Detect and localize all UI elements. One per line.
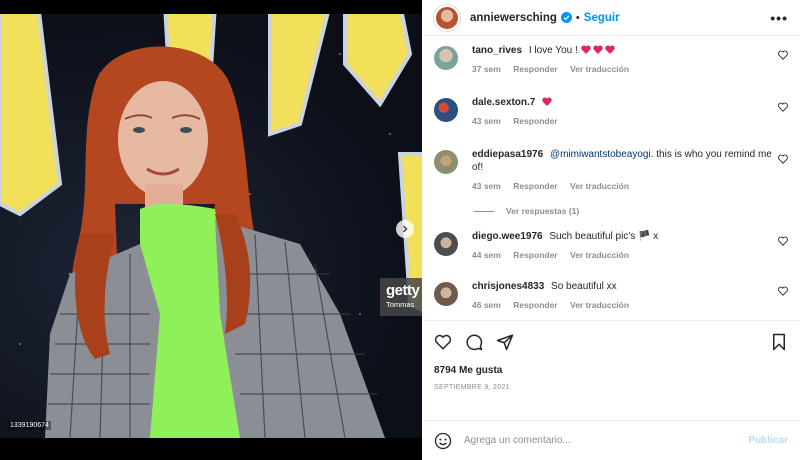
translate-button[interactable]: Ver traducción: [570, 64, 629, 74]
replies-divider: [474, 210, 494, 212]
post-actions: 8794 Me gusta SEPTIEMBRE 9, 2021: [422, 320, 800, 420]
post-side-panel: anniewersching • Seguir ••• tano_rives I…: [422, 0, 800, 460]
translate-button[interactable]: Ver traducción: [570, 300, 629, 310]
comment-age: 43 sem: [472, 116, 501, 126]
comment-text: I love You !: [528, 45, 578, 56]
translate-button[interactable]: Ver traducción: [570, 181, 629, 191]
action-icons-row: [434, 331, 788, 353]
comment-username[interactable]: eddiepasa1976: [472, 149, 543, 160]
comment-item: eddiepasa1976 @mimiwantstobeayogi. this …: [434, 148, 788, 198]
red-heart-emoji-icon: [604, 45, 615, 54]
getty-watermark: getty Tommas: [380, 278, 422, 316]
post-photo[interactable]: [0, 14, 422, 438]
heart-icon[interactable]: [434, 333, 452, 351]
comment-item: diego.wee1976 Such beautiful pic's 🏴 x 4…: [434, 230, 788, 280]
watermark-brand: getty: [386, 282, 420, 299]
like-comment-heart-icon[interactable]: [778, 154, 788, 164]
comment-input[interactable]: [464, 435, 749, 446]
comments-list: tano_rives I love You ! 37 sem Responder…: [422, 36, 800, 320]
comment-mention[interactable]: @mimiwantstobeayogi: [550, 149, 651, 160]
image-number: 1339190674: [8, 421, 51, 430]
comment-age: 43 sem: [472, 181, 501, 191]
portrait-image: [0, 14, 422, 438]
commenter-avatar[interactable]: [434, 46, 458, 70]
like-comment-heart-icon[interactable]: [778, 236, 788, 246]
bookmark-icon[interactable]: [770, 333, 788, 351]
post-modal: getty Tommas 1339190674 anniewersching •…: [0, 0, 800, 460]
watermark-credit: Tommas: [386, 300, 415, 309]
author-avatar[interactable]: [434, 4, 460, 31]
follow-button[interactable]: Seguir: [584, 12, 620, 24]
likes-count[interactable]: 8794 Me gusta: [434, 365, 788, 376]
reply-button[interactable]: Responder: [513, 250, 557, 260]
header-separator: •: [575, 11, 580, 24]
comment-item: dale.sexton.7 43 sem Responder: [434, 96, 788, 148]
comment-username[interactable]: diego.wee1976: [472, 231, 543, 242]
comment-username[interactable]: dale.sexton.7: [472, 97, 535, 108]
comment-age: 37 sem: [472, 64, 501, 74]
comment-text: Such beautiful pic's 🏴 x: [549, 231, 659, 242]
translate-button[interactable]: Ver traducción: [570, 250, 629, 260]
commenter-avatar[interactable]: [434, 98, 458, 122]
like-comment-heart-icon[interactable]: [778, 102, 788, 112]
post-media: getty Tommas 1339190674: [0, 0, 422, 460]
post-date[interactable]: SEPTIEMBRE 9, 2021: [434, 384, 788, 391]
comment-composer: Publicar: [422, 420, 800, 460]
next-image-button[interactable]: [396, 220, 414, 238]
like-comment-heart-icon[interactable]: [778, 50, 788, 60]
red-heart-emoji-icon: [580, 45, 591, 54]
reply-button[interactable]: Responder: [513, 300, 557, 310]
comment-icon[interactable]: [465, 333, 483, 351]
commenter-avatar[interactable]: [434, 150, 458, 174]
red-heart-emoji-icon: [542, 97, 552, 106]
red-heart-emoji-icon: [592, 45, 603, 54]
emoji-icon[interactable]: [434, 432, 452, 450]
comment-username[interactable]: tano_rives: [472, 45, 522, 56]
reply-button[interactable]: Responder: [513, 181, 557, 191]
share-icon[interactable]: [496, 333, 514, 351]
comment-age: 46 sem: [472, 300, 501, 310]
reply-button[interactable]: Responder: [513, 116, 557, 126]
comment-item: chrisjones4833 So beautiful xx 46 sem Re…: [434, 280, 788, 320]
view-replies-label: Ver respuestas (1): [506, 206, 580, 216]
comment-text: So beautiful xx: [551, 281, 617, 292]
author-username[interactable]: anniewersching: [470, 12, 557, 24]
like-comment-heart-icon[interactable]: [778, 286, 788, 296]
post-header: anniewersching • Seguir •••: [422, 0, 800, 36]
commenter-avatar[interactable]: [434, 232, 458, 256]
publish-button[interactable]: Publicar: [749, 435, 788, 446]
reply-button[interactable]: Responder: [513, 64, 557, 74]
comment-age: 44 sem: [472, 250, 501, 260]
comment-item: tano_rives I love You ! 37 sem Responder…: [434, 44, 788, 96]
view-replies-button[interactable]: Ver respuestas (1): [474, 200, 788, 222]
verified-badge-icon: [560, 12, 572, 23]
chevron-right-icon: [403, 225, 408, 233]
more-options-icon[interactable]: •••: [770, 10, 788, 26]
commenter-avatar[interactable]: [434, 282, 458, 306]
comment-username[interactable]: chrisjones4833: [472, 281, 544, 292]
